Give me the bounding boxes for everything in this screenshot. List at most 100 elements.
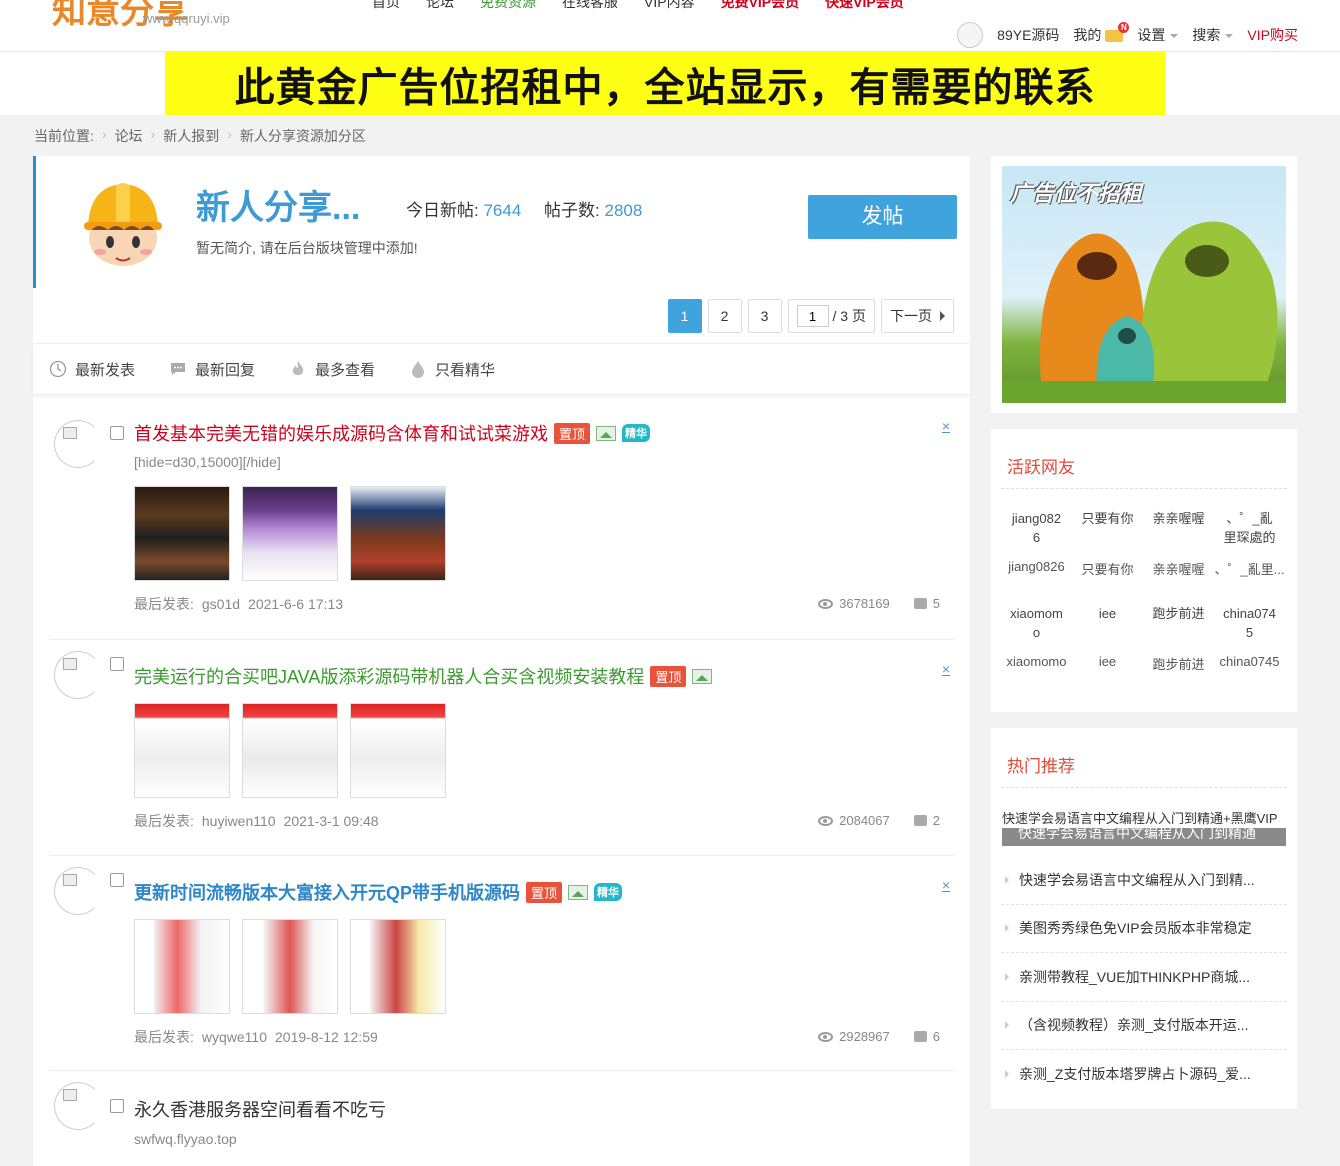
nav-item-forum[interactable]: 论坛: [426, 0, 454, 12]
thread-author[interactable]: huyiwen110: [202, 813, 276, 829]
close-icon[interactable]: ×: [942, 418, 950, 434]
friend-avatar-alt: iee: [1098, 606, 1117, 621]
filter-views[interactable]: 最多查看: [289, 359, 375, 380]
filter-digest[interactable]: 只看精华: [409, 359, 495, 380]
thread-row: 首发基本完美无错的娱乐成源码含体育和试试菜游戏 置顶 精华 × [hide=d3…: [49, 410, 954, 640]
comment-icon: [913, 598, 927, 609]
avatar[interactable]: [54, 867, 102, 915]
thread-title[interactable]: 完美运行的合买吧JAVA版添彩源码带机器人合买含视频安装教程: [134, 663, 644, 689]
friend-name: 亲亲喔喔: [1152, 562, 1205, 577]
thread-checkbox[interactable]: [110, 873, 124, 887]
page-total: / 3 页: [832, 308, 866, 324]
list-item[interactable]: 亲测带教程_VUE加THINKPHP商城...: [1001, 953, 1287, 1002]
list-item-label: 亲测_Z支付版本塔罗牌占卜源码_爱...: [1019, 1066, 1251, 1083]
next-page-button[interactable]: 下一页: [881, 299, 954, 333]
sticky-badge: 置顶: [526, 881, 563, 903]
friend-item[interactable]: 只要有你 只要有你: [1072, 509, 1143, 578]
avatar[interactable]: [54, 651, 102, 699]
nav-item-service[interactable]: 在线客服: [562, 0, 618, 12]
eye-icon: [818, 598, 834, 609]
thread-thumbnail[interactable]: [242, 703, 338, 798]
breadcrumb-item-forum[interactable]: 论坛: [115, 126, 143, 146]
thread-title[interactable]: 首发基本完美无错的娱乐成源码含体育和试试菜游戏: [134, 420, 548, 446]
filter-reply[interactable]: 最新回复: [169, 359, 255, 380]
gold-ad-banner[interactable]: 此黄金广告位招租中，全站显示，有需要的联系: [165, 52, 1165, 115]
breadcrumb-label: 当前位置:: [34, 128, 94, 144]
vip-buy-link[interactable]: VIP购买: [1247, 25, 1298, 45]
close-icon[interactable]: ×: [942, 877, 950, 893]
thread-excerpt: [hide=d30,15000][/hide]: [134, 454, 281, 470]
mail-badge: N: [1118, 22, 1130, 34]
thread-thumbnail[interactable]: [134, 486, 230, 581]
friend-item[interactable]: jiang0826 jiang0826: [1001, 509, 1072, 578]
page-3-button[interactable]: 3: [747, 299, 782, 333]
thread-thumbnail[interactable]: [350, 486, 446, 581]
friend-name: xiaomomo: [1006, 654, 1067, 669]
thread-thumbnail[interactable]: [242, 919, 338, 1014]
nav-item-free-vip[interactable]: 免费VIP会员: [721, 0, 800, 12]
thread-thumbnail[interactable]: [134, 703, 230, 798]
friend-name: jiang0826: [1008, 559, 1065, 574]
friend-item[interactable]: 、゜_亂里琛處的 、゜_亂里...: [1214, 509, 1285, 578]
meta-label: 最后发表:: [134, 1029, 194, 1045]
thread-thumbnail[interactable]: [350, 919, 446, 1014]
search-menu[interactable]: 搜索: [1192, 25, 1234, 45]
nav-item-fast-vip[interactable]: 快速VIP会员: [825, 0, 904, 12]
thread-meta: 最后发表: gs01d 2021-6-6 17:13: [134, 594, 343, 614]
thread-author[interactable]: gs01d: [202, 596, 240, 612]
friend-name: 跑步前进: [1152, 657, 1205, 672]
user-avatar[interactable]: [957, 22, 984, 48]
site-link[interactable]: 89YE源码: [997, 25, 1059, 45]
breadcrumb-separator: ›: [227, 126, 232, 142]
friend-avatar-alt: xiaomomo: [1010, 606, 1063, 640]
list-item[interactable]: 亲测_Z支付版本塔罗牌占卜源码_爱...: [1001, 1050, 1287, 1099]
nav-item-free[interactable]: 免费资源: [480, 0, 536, 12]
list-item-label: （含视频教程）亲测_支付版本开运...: [1019, 1017, 1249, 1034]
page-2-button[interactable]: 2: [707, 299, 742, 333]
thread-filters: 最新发表 最新回复 最多查看 只看精华: [33, 343, 970, 395]
thread-checkbox[interactable]: [110, 1099, 124, 1113]
list-item[interactable]: 美图秀秀绿色免VIP会员版本非常稳定: [1001, 905, 1287, 953]
thread-thumbnail[interactable]: [350, 703, 446, 798]
breadcrumb-item-current[interactable]: 新人分享资源加分区: [240, 126, 366, 146]
friend-item[interactable]: iee iee: [1072, 604, 1143, 673]
friend-item[interactable]: china0745 china0745: [1214, 604, 1285, 673]
list-item-label: 快速学会易语言中文编程从入门到精...: [1019, 871, 1255, 888]
friend-name: china0745: [1219, 654, 1280, 669]
page-jump-input[interactable]: [796, 305, 829, 327]
comment-icon: [913, 815, 927, 826]
thread-checkbox[interactable]: [110, 426, 124, 440]
new-post-button[interactable]: 发帖: [808, 195, 957, 239]
thread-title[interactable]: 更新时间流畅版本大富接入开元QP带手机版源码: [134, 879, 520, 905]
nav-item-vip[interactable]: VIP内容: [644, 0, 695, 12]
avatar[interactable]: [54, 1082, 102, 1130]
thread-checkbox[interactable]: [110, 657, 124, 671]
nav-item-home[interactable]: 首页: [372, 0, 400, 12]
filter-latest[interactable]: 最新发表: [49, 359, 135, 380]
thread-title[interactable]: 永久香港服务器空间看看不吃亏: [134, 1096, 386, 1122]
hot-banner[interactable]: 快速学会易语言中文编程从入门到精通+黑鹰VIP视频教程+5.11+源码 培训 快…: [1002, 812, 1286, 846]
friend-item[interactable]: 跑步前进 跑步前进: [1143, 604, 1214, 673]
thread-thumbnail[interactable]: [242, 486, 338, 581]
thread-author[interactable]: wyqwe110: [202, 1029, 267, 1045]
list-item[interactable]: 快速学会易语言中文编程从入门到精...: [1001, 856, 1287, 905]
breadcrumb-separator: ›: [101, 126, 107, 142]
friend-avatar-alt: 只要有你: [1081, 511, 1134, 526]
settings-menu[interactable]: 设置: [1137, 25, 1179, 45]
sticky-badge: 置顶: [554, 422, 591, 444]
page-1-button[interactable]: 1: [667, 299, 702, 333]
friend-item[interactable]: xiaomomo xiaomomo: [1001, 604, 1072, 673]
close-icon[interactable]: ×: [942, 661, 950, 677]
ad-image[interactable]: 广告位不招租: [1002, 166, 1286, 403]
breadcrumb-item-newbie[interactable]: 新人报到: [163, 126, 219, 146]
friend-avatar-alt: 、゜_亂里琛處的: [1223, 511, 1276, 545]
thread-thumbnail[interactable]: [134, 919, 230, 1014]
image-icon: [596, 425, 617, 441]
my-menu[interactable]: 我的 N: [1073, 22, 1130, 45]
friend-item[interactable]: 亲亲喔喔 亲亲喔喔: [1143, 509, 1214, 578]
thread-row: 永久香港服务器空间看看不吃亏 swfwq.flyyao.top: [49, 1072, 954, 1166]
chevron-right-icon: [1005, 924, 1009, 933]
list-item[interactable]: （含视频教程）亲测_支付版本开运...: [1001, 1002, 1287, 1050]
avatar[interactable]: [54, 420, 102, 468]
thread-time: 2019-8-12 12:59: [275, 1029, 378, 1045]
